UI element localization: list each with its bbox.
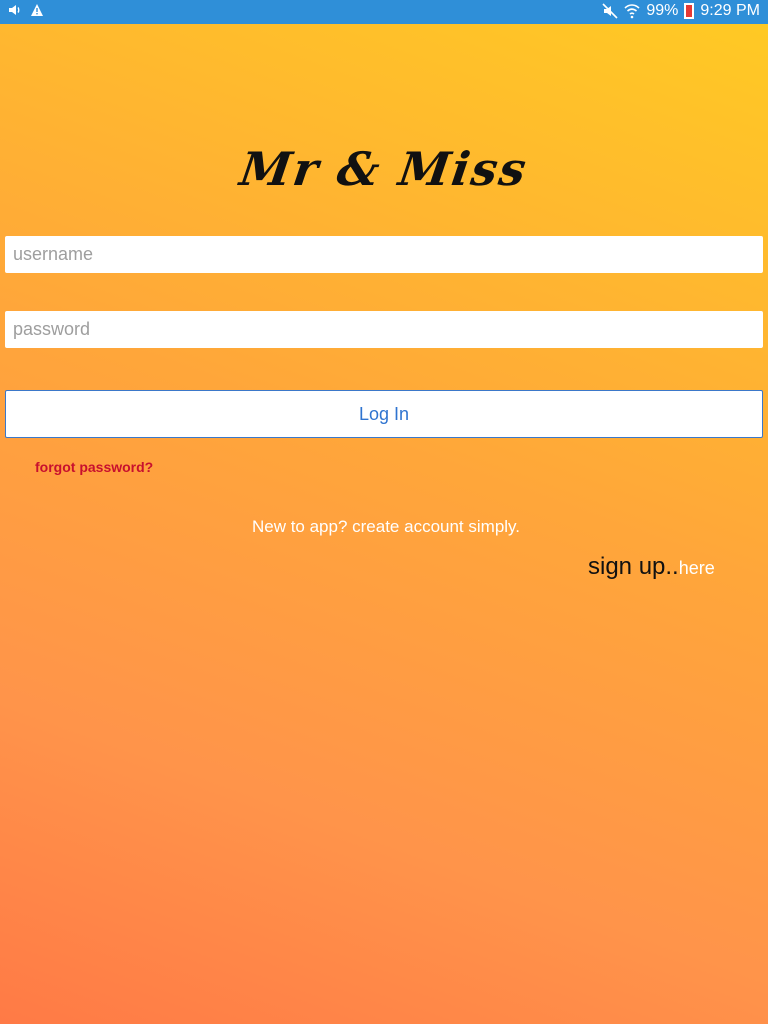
battery-percent: 99% bbox=[646, 2, 679, 19]
status-left-icons bbox=[8, 3, 44, 17]
app-logo: Mr & Miss bbox=[236, 142, 532, 196]
login-button[interactable]: Log In bbox=[5, 390, 763, 438]
warning-icon bbox=[30, 3, 44, 17]
signup-prompt: New to app? create account simply. bbox=[251, 517, 521, 536]
battery-icon bbox=[684, 3, 695, 19]
password-field[interactable] bbox=[5, 311, 763, 348]
status-bar: 99% 9:29 PM bbox=[0, 0, 768, 24]
mute-icon bbox=[602, 3, 618, 19]
status-right-icons: 99% 9:29 PM bbox=[602, 2, 760, 20]
clock: 9:29 PM bbox=[700, 2, 760, 19]
volume-icon bbox=[8, 3, 22, 17]
wifi-icon bbox=[624, 3, 640, 19]
login-screen: 99% 9:29 PM Mr & Miss Log In forgot pass… bbox=[0, 0, 768, 1024]
signup-label: sign up.. bbox=[588, 553, 679, 580]
signup-row: sign up.. here bbox=[588, 553, 715, 581]
forgot-password-link[interactable]: forgot password? bbox=[35, 459, 153, 475]
username-field[interactable] bbox=[5, 236, 763, 273]
signup-here-link[interactable]: here bbox=[679, 558, 715, 579]
